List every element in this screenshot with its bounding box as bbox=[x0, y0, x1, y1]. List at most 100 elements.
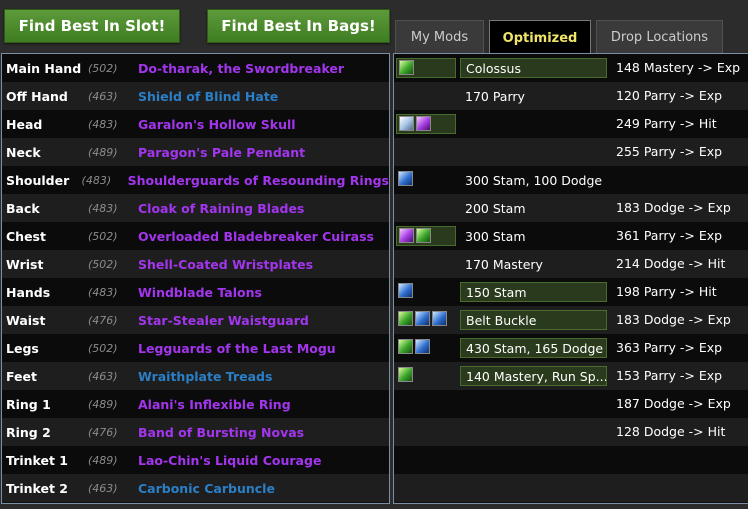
item-name-link[interactable]: Paragon's Pale Pendant bbox=[138, 145, 305, 160]
slot-name: Legs bbox=[6, 340, 39, 356]
green-gem-icon[interactable] bbox=[399, 60, 414, 75]
item-level: (463) bbox=[88, 89, 118, 103]
equipment-row[interactable]: Back (483) Cloak of Raining Blades bbox=[2, 194, 389, 222]
slot-name: Head bbox=[6, 116, 43, 132]
enchant: 200 Stam bbox=[465, 200, 526, 216]
slot-name: Ring 1 bbox=[6, 396, 51, 412]
equipment-row[interactable]: Ring 2 (476) Band of Bursting Novas bbox=[2, 418, 389, 446]
green-gem-icon[interactable] bbox=[398, 339, 413, 354]
equipment-row[interactable]: Ring 1 (489) Alani's Inflexible Ring bbox=[2, 390, 389, 418]
item-name-link[interactable]: Star-Stealer Waistguard bbox=[138, 313, 309, 328]
reforge: 214 Dodge -> Hit bbox=[616, 256, 726, 271]
enchant: 170 Parry bbox=[465, 88, 525, 104]
slot-name: Chest bbox=[6, 228, 46, 244]
item-name-link[interactable]: Overloaded Bladebreaker Cuirass bbox=[138, 229, 374, 244]
equipment-row[interactable]: Wrist (502) Shell-Coated Wristplates bbox=[2, 250, 389, 278]
item-level: (502) bbox=[88, 229, 118, 243]
item-level: (502) bbox=[88, 341, 118, 355]
equipment-row[interactable]: Off Hand (463) Shield of Blind Hate bbox=[2, 82, 389, 110]
blue-gem-icon[interactable] bbox=[432, 311, 447, 326]
slot-name: Main Hand bbox=[6, 60, 82, 76]
mod-row: Belt Buckle 183 Dodge -> Exp bbox=[394, 306, 748, 334]
reforge: 148 Mastery -> Exp bbox=[616, 60, 741, 75]
equipment-row[interactable]: Trinket 1 (489) Lao-Chin's Liquid Courage bbox=[2, 446, 389, 474]
enchant: Colossus bbox=[460, 58, 607, 78]
blue-gem-icon[interactable] bbox=[415, 311, 430, 326]
item-name-link[interactable]: Windblade Talons bbox=[138, 285, 262, 300]
tab-optimized[interactable]: Optimized bbox=[489, 20, 591, 55]
equipment-row[interactable]: Main Hand (502) Do-tharak, the Swordbreake… bbox=[2, 54, 389, 82]
tab-my-mods[interactable]: My Mods bbox=[395, 20, 484, 54]
item-level: (476) bbox=[88, 313, 118, 327]
gem-slots bbox=[396, 338, 432, 358]
green-gem-icon[interactable] bbox=[398, 367, 413, 382]
slot-name: Wrist bbox=[6, 256, 44, 272]
find-best-in-slot-button[interactable]: Find Best In Slot! bbox=[4, 9, 180, 43]
item-name-link[interactable]: Shoulderguards of Resounding Rings bbox=[128, 173, 389, 188]
item-level: (489) bbox=[88, 397, 118, 411]
equipment-row[interactable]: Feet (463) Wraithplate Treads bbox=[2, 362, 389, 390]
green-gem-icon[interactable] bbox=[416, 228, 431, 243]
mod-row bbox=[394, 446, 748, 474]
slot-name: Neck bbox=[6, 144, 41, 160]
mod-row: 300 Stam, 100 Dodge bbox=[394, 166, 748, 194]
reforge: 363 Parry -> Exp bbox=[616, 340, 723, 355]
green-gem-icon[interactable] bbox=[398, 311, 413, 326]
reforge: 249 Parry -> Hit bbox=[616, 116, 717, 131]
item-level: (463) bbox=[88, 481, 118, 495]
enchant: 300 Stam bbox=[465, 228, 526, 244]
item-level: (502) bbox=[88, 61, 118, 75]
purple-gem-icon[interactable] bbox=[399, 228, 414, 243]
find-best-in-bags-button[interactable]: Find Best In Bags! bbox=[207, 9, 390, 43]
enchant: 170 Mastery bbox=[465, 256, 543, 272]
item-name-link[interactable]: Shell-Coated Wristplates bbox=[138, 257, 313, 272]
blue-gem-icon[interactable] bbox=[398, 171, 413, 186]
item-name-link[interactable]: Do-tharak, the Swordbreaker bbox=[138, 61, 344, 76]
item-name-link[interactable]: Garalon's Hollow Skull bbox=[138, 117, 296, 132]
gem-slots bbox=[396, 58, 456, 78]
blue-gem-icon[interactable] bbox=[415, 339, 430, 354]
item-name-link[interactable]: Shield of Blind Hate bbox=[138, 89, 278, 104]
reforge: 120 Parry -> Exp bbox=[616, 88, 723, 103]
item-level: (483) bbox=[88, 285, 118, 299]
item-name-link[interactable]: Band of Bursting Novas bbox=[138, 425, 304, 440]
equipment-row[interactable]: Trinket 2 (463) Carbonic Carbuncle bbox=[2, 474, 389, 502]
item-name-link[interactable]: Cloak of Raining Blades bbox=[138, 201, 304, 216]
blue-gem-icon[interactable] bbox=[398, 283, 413, 298]
equipment-row[interactable]: Neck (489) Paragon's Pale Pendant bbox=[2, 138, 389, 166]
equipment-row[interactable]: Legs (502) Legguards of the Last Mogu bbox=[2, 334, 389, 362]
item-name-link[interactable]: Wraithplate Treads bbox=[138, 369, 272, 384]
purple-gem-icon[interactable] bbox=[416, 116, 431, 131]
item-level: (502) bbox=[88, 257, 118, 271]
meta-gem-icon[interactable] bbox=[399, 116, 414, 131]
reforge: 128 Dodge -> Hit bbox=[616, 424, 726, 439]
item-name-link[interactable]: Lao-Chin's Liquid Courage bbox=[138, 453, 321, 468]
equipment-row[interactable]: Head (483) Garalon's Hollow Skull bbox=[2, 110, 389, 138]
item-level: (489) bbox=[88, 453, 118, 467]
equipment-row[interactable]: Waist (476) Star-Stealer Waistguard bbox=[2, 306, 389, 334]
gem-slots bbox=[396, 282, 415, 302]
item-level: (483) bbox=[81, 173, 112, 187]
item-name-link[interactable]: Legguards of the Last Mogu bbox=[138, 341, 336, 356]
enchant: 430 Stam, 165 Dodge bbox=[460, 338, 607, 358]
equipment-row[interactable]: Shoulder (483) Shoulderguards of Resoundin… bbox=[2, 166, 389, 194]
tab-drop-locations[interactable]: Drop Locations bbox=[596, 20, 723, 54]
enchant: Belt Buckle bbox=[460, 310, 607, 330]
slot-name: Back bbox=[6, 200, 40, 216]
mod-row: 128 Dodge -> Hit bbox=[394, 418, 748, 446]
gem-slots bbox=[396, 226, 456, 246]
equipment-row[interactable]: Hands (483) Windblade Talons bbox=[2, 278, 389, 306]
slot-name: Waist bbox=[6, 312, 46, 328]
item-name-link[interactable]: Carbonic Carbuncle bbox=[138, 481, 275, 496]
item-name-link[interactable]: Alani's Inflexible Ring bbox=[138, 397, 291, 412]
item-level: (483) bbox=[88, 117, 118, 131]
enchant: 140 Mastery, Run Sp... bbox=[460, 366, 607, 386]
equipment-list: Main Hand (502) Do-tharak, the Swordbreake… bbox=[1, 53, 390, 504]
gem-slots bbox=[396, 170, 415, 190]
mod-row: 170 Parry 120 Parry -> Exp bbox=[394, 82, 748, 110]
equipment-row[interactable]: Chest (502) Overloaded Bladebreaker Cuiras… bbox=[2, 222, 389, 250]
mod-row: 140 Mastery, Run Sp... 153 Parry -> Exp bbox=[394, 362, 748, 390]
mod-row: Colossus 148 Mastery -> Exp bbox=[394, 54, 748, 82]
slot-name: Ring 2 bbox=[6, 424, 51, 440]
optimized-mods-list: Colossus 148 Mastery -> Exp 170 Parry 120 P… bbox=[393, 53, 748, 504]
